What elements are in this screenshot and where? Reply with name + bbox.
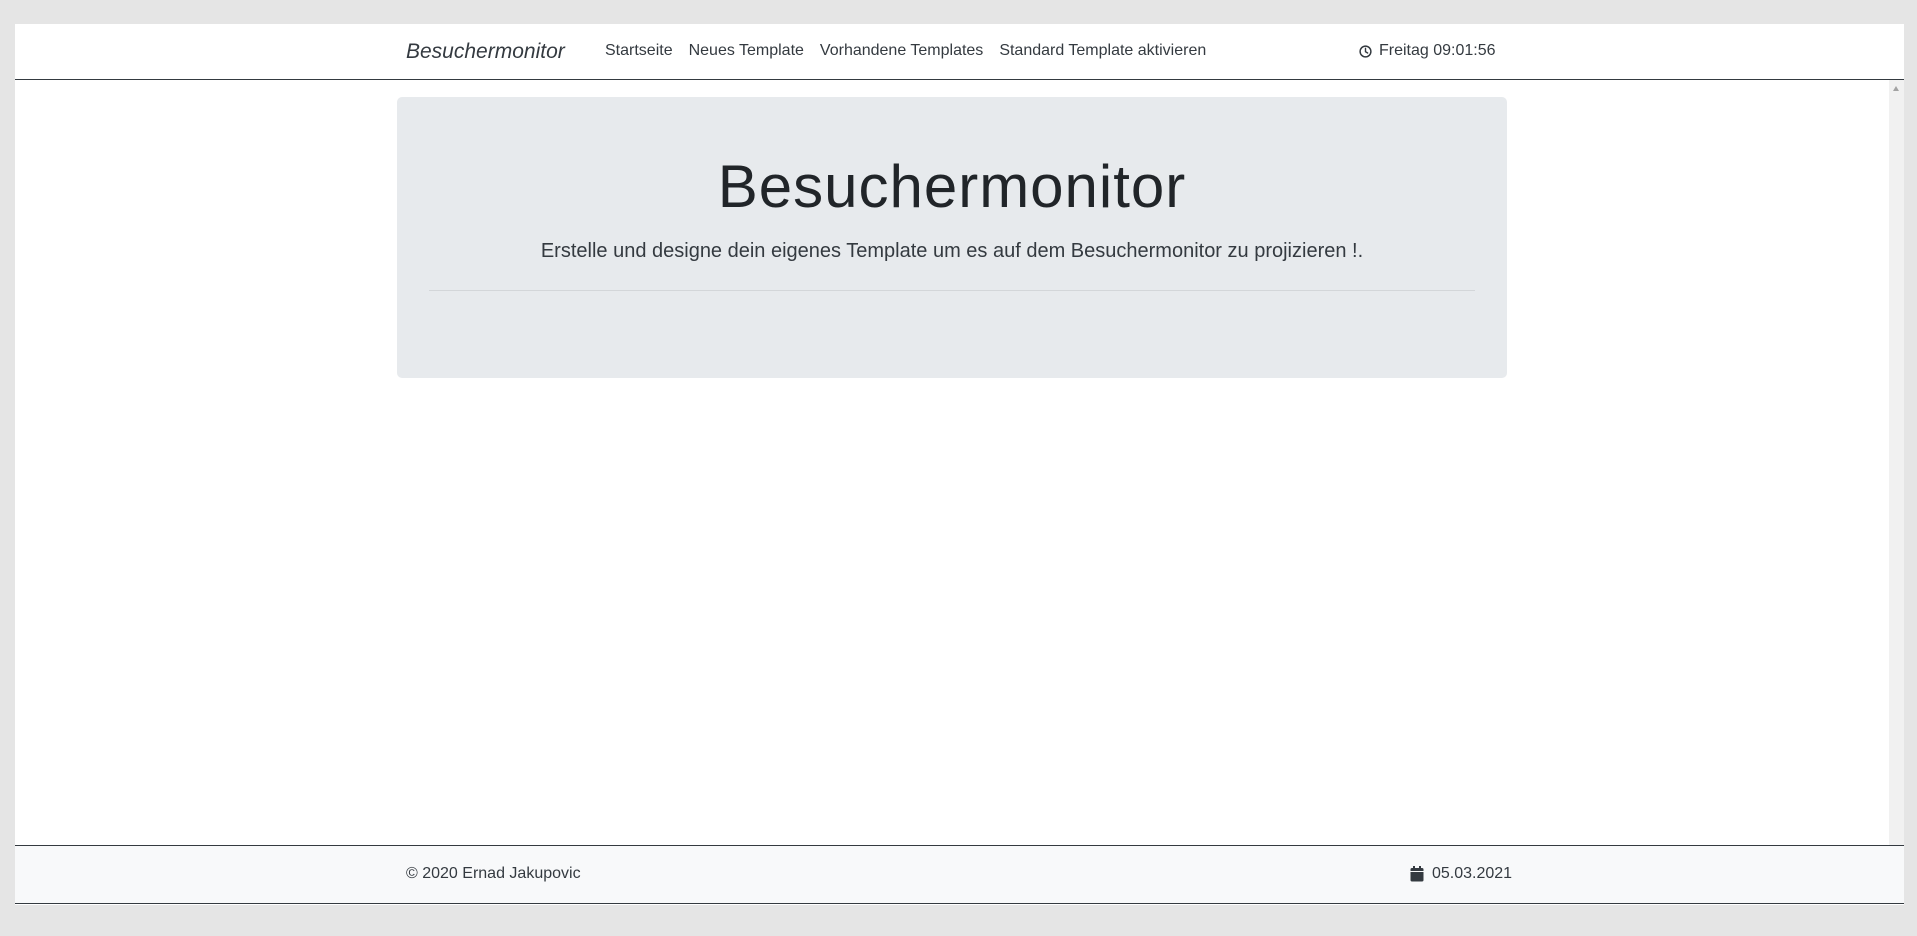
footer-date: 05.03.2021 [1410,865,1512,883]
jumbotron: Besuchermonitor Erstelle und designe dei… [397,97,1507,378]
date-text: 05.03.2021 [1432,865,1513,882]
nav-link-startseite[interactable]: Startseite [605,42,673,60]
vertical-scrollbar[interactable] [1889,80,1904,845]
divider [429,290,1475,291]
app-window: Besuchermonitor Startseite Neues Templat… [15,24,1904,905]
navbar: Besuchermonitor Startseite Neues Templat… [15,24,1904,80]
footer: © 2020 Ernad Jakupovic 05.03.2021 [15,845,1904,904]
page-title: Besuchermonitor [717,153,1187,220]
nav-links: Startseite Neues Template Vorhandene Tem… [605,42,1206,60]
clock-text: Freitag 09:01:56 [1379,42,1496,59]
clock: Freitag 09:01:56 [1359,42,1496,60]
page-lead: Erstelle und designe dein eigenes Templa… [540,240,1364,262]
nav-link-neues-template[interactable]: Neues Template [689,42,804,60]
copyright-text: © 2020 Ernad Jakupovic [406,865,581,882]
scroll-up-arrow-icon[interactable] [1893,86,1899,91]
nav-link-standard-template-aktivieren[interactable]: Standard Template aktivieren [999,42,1206,60]
navbar-brand[interactable]: Besuchermonitor [406,40,565,64]
nav-link-vorhandene-templates[interactable]: Vorhandene Templates [820,42,983,60]
calendar-icon [1410,866,1424,882]
clock-icon [1359,44,1372,58]
